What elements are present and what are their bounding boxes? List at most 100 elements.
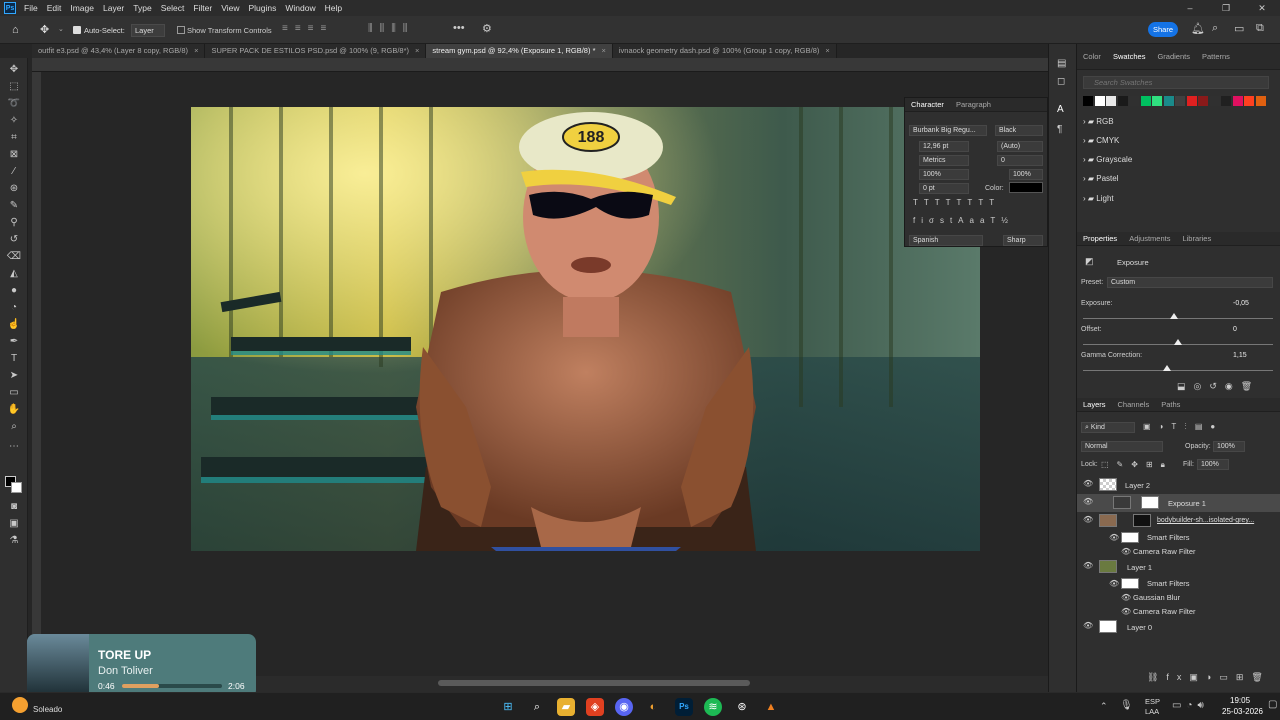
tab-patterns[interactable]: Patterns [1196,52,1236,61]
eye-icon[interactable]: 👁︎ [1121,608,1131,616]
layer-row-selected[interactable]: 👁︎ Exposure 1 [1077,494,1280,512]
blur-icon[interactable]: ● [6,284,22,298]
show-transform-checkbox[interactable] [177,26,185,34]
exposure-slider-knob[interactable] [1170,313,1179,319]
language-code[interactable]: ESP [1145,697,1160,706]
filter-row[interactable]: 👁︎ Camera Raw Filter [1077,544,1280,558]
menu-plugins[interactable]: Plugins [248,3,276,13]
blend-mode-select[interactable]: Normal [1081,441,1163,452]
marquee-icon[interactable]: ⬚ [6,80,22,94]
layer-filter-icons[interactable]: ▣◑Tⵗ▤● [1143,422,1223,431]
network-volume-battery-icons[interactable]: ▭◔🔊︎ [1172,700,1209,711]
path-select-icon[interactable]: ➤ [6,369,22,383]
notifications-icon[interactable]: ▢ [1268,699,1277,710]
color-swatch[interactable] [1094,96,1105,106]
doc-tab[interactable]: SUPER PACK DE ESTILOS PSD.psd @ 100% (9,… [205,44,427,58]
restore-icon[interactable]: ❐ [1208,0,1244,16]
antialias-select[interactable]: Sharp [1003,235,1043,246]
eye-icon[interactable]: 👁︎ [1109,534,1119,542]
color-swatch[interactable] [1255,96,1266,106]
bell-icon[interactable]: 🔔︎ [1191,22,1205,35]
eye-icon[interactable]: 👁︎ [1083,498,1093,506]
clock-date[interactable]: 25-03-2026 [1222,707,1263,716]
language-region[interactable]: LAA [1145,707,1159,716]
paragraph-icon[interactable]: ¶ [1057,124,1062,135]
brush-icon[interactable]: ✎ [6,199,22,213]
tracking-field[interactable]: 0 [997,155,1043,166]
close-tab-icon[interactable]: × [415,46,419,55]
type-icon[interactable]: T [6,352,22,366]
eye-icon[interactable]: 👁︎ [1083,480,1093,488]
language-select[interactable]: Spanish [909,235,983,246]
pen-icon[interactable]: ✒ [6,335,22,349]
swatch-folder-light[interactable]: › ▰ Light [1083,194,1114,208]
menu-select[interactable]: Select [161,3,185,13]
tab-adjustments[interactable]: Adjustments [1123,234,1176,243]
color-swatch[interactable] [1140,96,1151,106]
discord-icon[interactable]: ◉ [615,698,633,716]
text-color-swatch[interactable] [1009,182,1043,193]
color-swatch[interactable] [1232,96,1243,106]
eye-icon[interactable]: 👁︎ [1121,548,1131,556]
color-swatch[interactable] [1129,96,1139,106]
color-swatch[interactable] [1221,96,1231,106]
minimize-icon[interactable]: – [1172,0,1208,16]
tab-channels[interactable]: Channels [1112,400,1156,409]
eye-icon[interactable]: 👁︎ [1121,594,1131,602]
more-options-icon[interactable]: ••• [453,22,465,34]
font-style-select[interactable]: Black [995,125,1043,136]
healing-icon[interactable]: ⊛ [6,182,22,196]
ruler-vertical[interactable] [32,72,41,672]
tray-chevron-icon[interactable]: ⌃ [1100,701,1108,712]
doc-tab[interactable]: outfit e3.psd @ 43,4% (Layer 8 copy, RGB… [32,44,206,58]
menu-view[interactable]: View [221,3,239,13]
filter-row[interactable]: 👁︎ Gaussian Blur [1077,590,1280,604]
photoshop-taskbar-icon[interactable]: Ps [675,698,693,716]
layer-row[interactable]: 👁︎ bodybuilder-sh...isolated-grey... [1077,512,1280,530]
close-icon[interactable]: ✕ [1244,0,1280,16]
color-swatch[interactable] [1186,96,1197,106]
layers-footer-icons[interactable]: ⛓fx▣◑▭⊞🗑︎ [1147,672,1271,683]
gamma-slider-track[interactable] [1083,370,1273,371]
scrollbar-thumb[interactable] [438,680,750,686]
lasso-icon[interactable]: ➰ [6,97,22,111]
exposure-value[interactable]: -0,05 [1233,300,1249,307]
weather-label[interactable]: Soleado [33,705,62,714]
color-swatch[interactable] [1117,96,1128,106]
tab-paths[interactable]: Paths [1155,400,1186,409]
fill-field[interactable]: 100% [1197,459,1229,470]
gear-icon[interactable]: ⚙ [482,22,492,35]
color-swatch[interactable] [1198,96,1208,106]
gamma-value[interactable]: 1,15 [1233,352,1247,359]
opentype-buttons[interactable]: fiσstAaaT½ [913,216,1014,225]
tab-gradients[interactable]: Gradients [1151,52,1196,61]
menu-filter[interactable]: Filter [193,3,212,13]
swatch-folder-grayscale[interactable]: › ▰ Grayscale [1083,155,1132,169]
menu-edit[interactable]: Edit [47,3,62,13]
text-style-buttons[interactable]: TTTTTTTT [913,198,1000,207]
progress-track[interactable] [122,684,222,688]
color-swatch[interactable] [1244,96,1254,106]
offset-slider-knob[interactable] [1174,339,1182,345]
zoom-icon[interactable]: ⌕ [6,420,22,434]
preset-select[interactable]: Custom [1107,277,1273,288]
dodge-icon[interactable]: ◔ [6,301,22,315]
color-swatch[interactable] [1209,96,1220,106]
tab-character[interactable]: Character [905,100,950,109]
eyedropper-icon[interactable]: ⁄ [6,165,22,179]
smudge-icon[interactable]: ☝ [6,318,22,332]
doc-tab-active[interactable]: stream gym.psd @ 92,4% (Exposure 1, RGB/… [426,44,613,58]
menu-file[interactable]: File [24,3,38,13]
menu-help[interactable]: Help [325,3,342,13]
swatch-folder-rgb[interactable]: › ▰ RGB [1083,117,1114,131]
character-icon[interactable]: A [1057,104,1064,115]
menu-image[interactable]: Image [70,3,94,13]
search-icon[interactable]: ⌕ [528,698,546,716]
frame-icon[interactable]: ⊠ [6,148,22,162]
tab-properties[interactable]: Properties [1077,234,1123,243]
swatch-folder-cmyk[interactable]: › ▰ CMYK [1083,136,1119,150]
swatch-folder-pastel[interactable]: › ▰ Pastel [1083,174,1119,188]
home-icon[interactable]: ⌂ [12,24,19,36]
horizontal-scale-field[interactable]: 100% [1009,169,1043,180]
eye-icon[interactable]: 👁︎ [1083,516,1093,524]
